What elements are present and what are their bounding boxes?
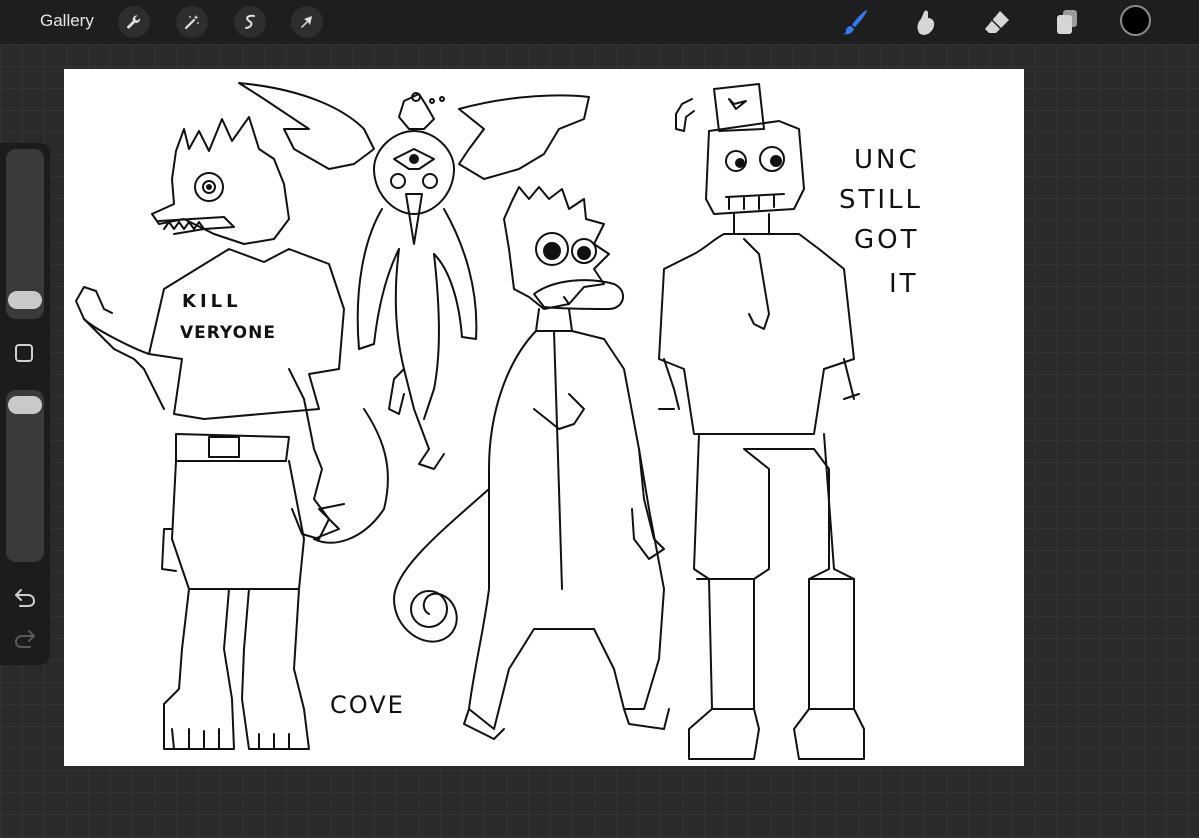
magic-wand-icon: [184, 15, 199, 30]
opacity-slider[interactable]: [6, 390, 44, 562]
layers-button[interactable]: [1052, 7, 1082, 37]
actions-button[interactable]: [118, 6, 150, 38]
selection-button[interactable]: [234, 6, 266, 38]
transform-arrow-icon: [301, 16, 312, 28]
note-line3: GOT: [854, 225, 920, 255]
eraser-icon: [985, 11, 1009, 33]
selection-icon: [245, 14, 255, 29]
note-line2: STILL: [839, 185, 924, 215]
modify-button[interactable]: [15, 344, 33, 362]
wrench-icon: [127, 15, 141, 29]
color-picker-button[interactable]: [1120, 5, 1151, 36]
shirt-text-line1: KILL: [182, 291, 242, 312]
gallery-button[interactable]: Gallery: [40, 11, 94, 31]
smudge-tool-button[interactable]: [910, 7, 940, 37]
wolf-character: [75, 116, 345, 750]
adjustments-button[interactable]: [176, 6, 208, 38]
top-toolbar: Gallery: [0, 0, 1199, 44]
brush-tool-button[interactable]: [840, 7, 870, 37]
redo-icon[interactable]: [12, 627, 38, 649]
smudge-icon: [917, 10, 935, 35]
drawing-canvas[interactable]: KILL VERYONE UNC STILL GOT IT COVE: [64, 69, 1024, 766]
eraser-tool-button[interactable]: [982, 7, 1012, 37]
layers-icon: [1057, 10, 1077, 34]
left-sidebar: [0, 143, 50, 665]
transform-button[interactable]: [291, 6, 323, 38]
undo-icon[interactable]: [12, 586, 38, 608]
brush-size-thumb[interactable]: [8, 291, 42, 309]
brush-size-slider[interactable]: [6, 149, 44, 319]
signature-text: COVE: [330, 691, 405, 719]
brush-icon: [843, 10, 867, 35]
opacity-thumb[interactable]: [8, 396, 42, 414]
note-line4: IT: [889, 269, 919, 299]
shirt-text-line2: VERYONE: [180, 323, 276, 343]
robot-character: [658, 83, 865, 760]
note-line1: UNC: [854, 145, 920, 175]
